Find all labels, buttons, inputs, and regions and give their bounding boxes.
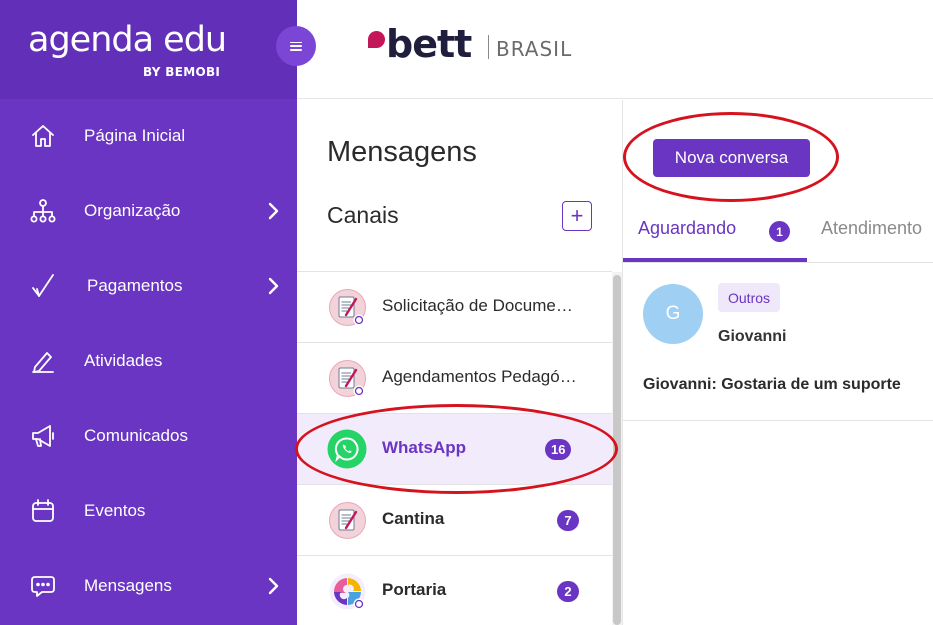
- channel-name: Cantina: [382, 509, 445, 528]
- conversation-preview: Giovanni: Gostaria de um suporte: [643, 376, 901, 393]
- channel-name: Portaria: [382, 580, 447, 599]
- sidebar-item-label: Comunicados: [84, 425, 188, 445]
- menu-toggle-button[interactable]: [276, 26, 316, 66]
- unread-badge: 7: [557, 510, 579, 531]
- document-avatar: [329, 502, 366, 539]
- sidebar-item-label: Organização: [84, 200, 181, 220]
- puzzle-avatar: [329, 573, 366, 610]
- sidebar-item-label: Pagamentos: [87, 275, 183, 295]
- tab-aguardando[interactable]: Aguardando 1: [623, 212, 807, 262]
- tab-atendimento[interactable]: Atendimento: [821, 212, 933, 262]
- conversations-panel: Nova conversa Aguardando 1 Atendimento G…: [623, 100, 933, 625]
- sidebar-header: agenda edu BY BEMOBI: [0, 0, 297, 99]
- partner-logo: bett: [386, 22, 472, 66]
- channel-name: Solicitação de Docume…: [382, 296, 573, 315]
- tab-label: Atendimento: [821, 218, 923, 238]
- sidebar-item-label: Atividades: [84, 350, 163, 370]
- channel-item-cantina[interactable]: Cantina 7: [297, 485, 612, 556]
- home-icon: [29, 122, 57, 150]
- chevron-right-icon: [266, 276, 280, 296]
- whatsapp-icon: [327, 429, 367, 469]
- partner-logo-country: BRASIL: [496, 37, 573, 61]
- tab-count-badge: 1: [769, 221, 790, 242]
- tab-label: Aguardando: [638, 218, 737, 238]
- new-conversation-button[interactable]: Nova conversa: [653, 139, 810, 177]
- conversation-tag: Outros: [718, 283, 781, 312]
- channel-name: Agendamentos Pedagó…: [382, 367, 577, 386]
- sidebar-item-label: Página Inicial: [84, 125, 186, 145]
- sidebar: agenda edu BY BEMOBI Página Inicial Orga…: [0, 0, 297, 625]
- sidebar-item-atividades[interactable]: Atividades: [0, 323, 297, 398]
- unread-badge: 2: [557, 581, 579, 602]
- org-chart-icon: [29, 197, 57, 225]
- channels-heading: Canais: [327, 202, 399, 228]
- sidebar-item-pagamentos[interactable]: Pagamentos: [0, 248, 297, 323]
- sidebar-item-mensagens[interactable]: Mensagens: [0, 548, 297, 623]
- app-logo[interactable]: agenda edu: [28, 20, 227, 60]
- plus-icon: +: [570, 203, 584, 228]
- partner-logo-divider: [488, 35, 489, 59]
- channel-item-solicitacao[interactable]: Solicitação de Docume…: [297, 272, 612, 343]
- bett-logo-mark: [368, 31, 385, 48]
- channel-item-whatsapp[interactable]: WhatsApp 16: [297, 414, 612, 485]
- pencil-icon: [29, 347, 57, 375]
- unread-badge: 16: [545, 439, 572, 460]
- app-logo-byline: BY BEMOBI: [143, 65, 221, 79]
- sidebar-item-comunicados[interactable]: Comunicados: [0, 398, 297, 473]
- sidebar-item-label: Eventos: [84, 500, 146, 520]
- chat-icon: [29, 572, 57, 600]
- sidebar-item-organizacao[interactable]: Organização: [0, 173, 297, 248]
- document-avatar: [329, 360, 366, 397]
- sidebar-item-pagina-inicial[interactable]: Página Inicial: [0, 98, 297, 173]
- document-avatar: [329, 289, 366, 326]
- page-title: Mensagens: [327, 136, 477, 168]
- sidebar-item-eventos[interactable]: Eventos: [0, 473, 297, 548]
- chevron-right-icon: [266, 201, 280, 221]
- conversation-item[interactable]: G Outros Giovanni Giovanni: Gostaria de …: [623, 263, 933, 421]
- conversation-contact-name: Giovanni: [718, 328, 787, 345]
- avatar: G: [643, 284, 703, 344]
- checkmark-icon: [29, 272, 57, 300]
- channels-panel: Mensagens Canais + Solicitação de Docume…: [297, 100, 623, 625]
- channel-item-agendamentos[interactable]: Agendamentos Pedagó…: [297, 343, 612, 414]
- calendar-icon: [29, 497, 57, 525]
- sidebar-item-label: Mensagens: [84, 575, 172, 595]
- add-channel-button[interactable]: +: [562, 201, 592, 231]
- hamburger-icon: [290, 41, 302, 51]
- channel-item-portaria[interactable]: Portaria 2: [297, 556, 612, 625]
- scrollbar-thumb[interactable]: [613, 275, 621, 625]
- chevron-right-icon: [266, 576, 280, 596]
- megaphone-icon: [29, 422, 57, 450]
